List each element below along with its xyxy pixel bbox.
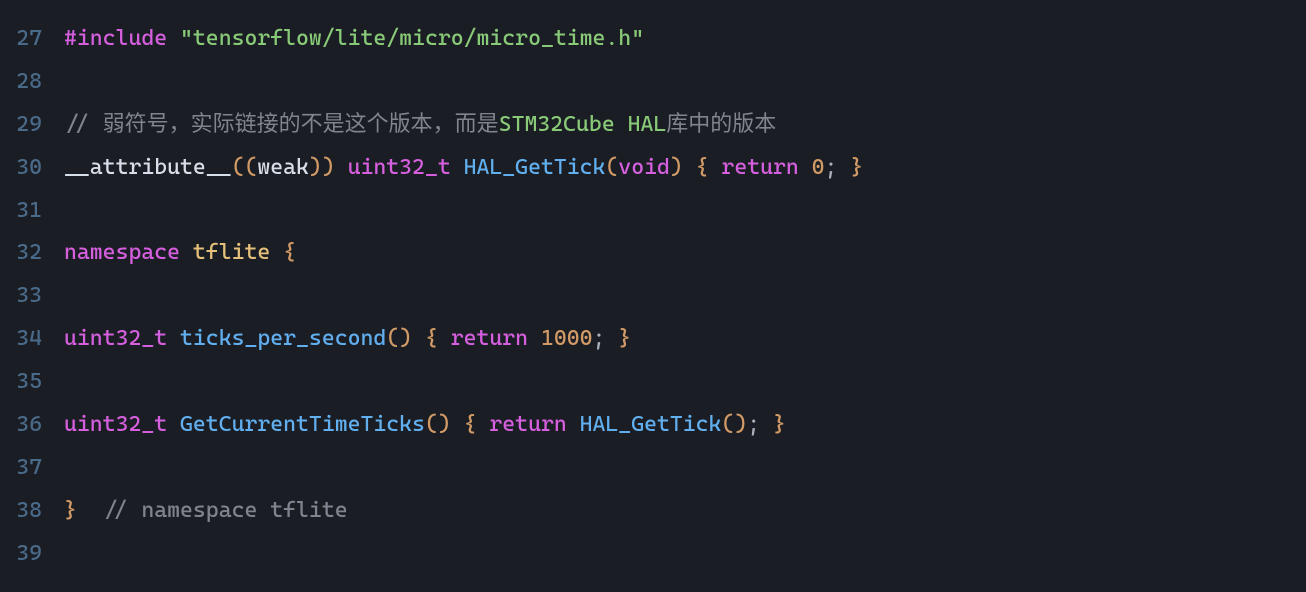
code-token: ( [605,155,618,180]
line-number: 28 [0,61,64,104]
line-number: 33 [0,275,64,318]
line-number: 30 [0,147,64,190]
code-token: namespace [64,240,180,265]
code-line[interactable]: 28 [0,61,1306,104]
line-number: 35 [0,361,64,404]
code-token [760,412,773,437]
code-token: uint32_t [64,412,167,437]
code-token: { [696,155,709,180]
code-token: ; [593,326,606,351]
code-line[interactable]: 33 [0,275,1306,318]
code-content[interactable]: // 弱符号，实际链接的不是这个版本，而是STM32Cube HAL库中的版本 [64,104,1306,147]
code-token: STM32Cube HAL [499,112,667,137]
code-line[interactable]: 30__attribute__((weak)) uint32_t HAL_Get… [0,147,1306,190]
code-token: "tensorflow/lite/micro/micro_time.h" [180,26,644,51]
code-token [709,155,722,180]
line-number: 39 [0,533,64,576]
code-content[interactable]: uint32_t GetCurrentTimeTicks() { return … [64,404,1306,447]
code-token: HAL_GetTick [464,155,606,180]
code-token [477,412,490,437]
code-token: void [618,155,670,180]
code-content[interactable]: #include "tensorflow/lite/micro/micro_ti… [64,18,1306,61]
code-token: 弱符号，实际链接的不是这个版本，而是 [103,112,499,137]
line-number: 32 [0,232,64,275]
code-token: } [64,498,77,523]
code-token: } [618,326,631,351]
code-line[interactable]: 29// 弱符号，实际链接的不是这个版本，而是STM32Cube HAL库中的版… [0,104,1306,147]
code-line[interactable]: 37 [0,447,1306,490]
code-editor[interactable]: 27#include "tensorflow/lite/micro/micro_… [0,18,1306,576]
code-token: return [489,412,566,437]
code-token [799,155,812,180]
code-token [270,240,283,265]
code-token: () [721,412,747,437]
code-token [412,326,425,351]
code-token [683,155,696,180]
line-number: 38 [0,490,64,533]
line-number: 34 [0,318,64,361]
code-line[interactable]: 35 [0,361,1306,404]
line-number: 36 [0,404,64,447]
code-token: ) [670,155,683,180]
code-token: weak [257,155,309,180]
line-number: 37 [0,447,64,490]
code-token: GetCurrentTimeTicks [180,412,425,437]
code-token: tflite [193,240,270,265]
line-number: 27 [0,18,64,61]
code-token: 库中的版本 [666,112,776,137]
code-token: #include [64,26,167,51]
code-token [167,412,180,437]
code-token: ; [825,155,838,180]
code-token: } [850,155,863,180]
code-content[interactable]: } // namespace tflite [64,490,1306,533]
code-content[interactable]: namespace tflite { [64,232,1306,275]
code-token: // [64,112,103,137]
code-token [180,240,193,265]
line-number: 29 [0,104,64,147]
code-line[interactable]: 36uint32_t GetCurrentTimeTicks() { retur… [0,404,1306,447]
code-token [567,412,580,437]
code-token: ; [747,412,760,437]
code-content[interactable]: __attribute__((weak)) uint32_t HAL_GetTi… [64,147,1306,190]
code-token: { [464,412,477,437]
code-token [335,155,348,180]
code-token: // namespace tflite [103,498,348,523]
code-token: () [425,412,451,437]
code-token [438,326,451,351]
code-token: )) [309,155,335,180]
code-token: uint32_t [348,155,451,180]
code-token [605,326,618,351]
code-token: return [451,326,528,351]
code-token: uint32_t [64,326,167,351]
line-number: 31 [0,190,64,233]
code-line[interactable]: 27#include "tensorflow/lite/micro/micro_… [0,18,1306,61]
code-token [167,26,180,51]
code-token: (( [232,155,258,180]
code-token: 1000 [541,326,593,351]
code-token [167,326,180,351]
code-line[interactable]: 34uint32_t ticks_per_second() { return 1… [0,318,1306,361]
code-line[interactable]: 39 [0,533,1306,576]
code-token: __attribute__ [64,155,232,180]
code-token [77,498,103,523]
code-line[interactable]: 31 [0,190,1306,233]
code-content[interactable]: uint32_t ticks_per_second() { return 100… [64,318,1306,361]
code-token: 0 [812,155,825,180]
code-token: () [386,326,412,351]
code-token [528,326,541,351]
code-token [451,412,464,437]
code-token: return [721,155,798,180]
code-line[interactable]: 32namespace tflite { [0,232,1306,275]
code-token: HAL_GetTick [580,412,722,437]
code-token [837,155,850,180]
code-token: } [773,412,786,437]
code-token: { [425,326,438,351]
code-token: { [283,240,296,265]
code-line[interactable]: 38} // namespace tflite [0,490,1306,533]
code-token: ticks_per_second [180,326,386,351]
code-token [451,155,464,180]
